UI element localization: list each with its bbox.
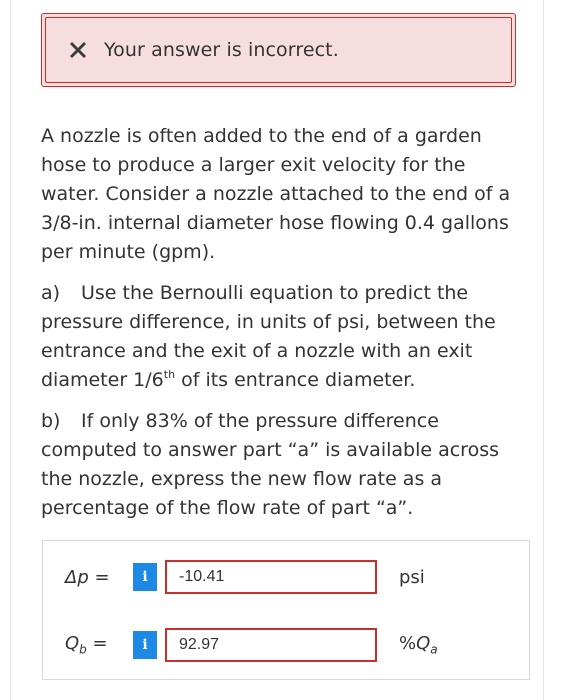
x-icon bbox=[70, 42, 86, 58]
qb-input[interactable] bbox=[165, 628, 377, 662]
part-a-letter: a) bbox=[41, 282, 61, 304]
part-a-sup: th bbox=[163, 367, 176, 381]
problem-intro: A nozzle is often added to the end of a … bbox=[41, 125, 511, 263]
info-icon[interactable]: i bbox=[133, 563, 157, 591]
question-panel: Your answer is incorrect. A nozzle is of… bbox=[10, 0, 544, 700]
delta-p-unit: psi bbox=[399, 566, 425, 588]
qb-label: Qb = bbox=[65, 633, 108, 657]
answer-row-delta-p: Δp = i psi bbox=[43, 559, 529, 595]
part-a: a) Use the Bernoulli equation to predict … bbox=[41, 279, 521, 395]
qb-unit: %Qa bbox=[399, 633, 438, 657]
qb-symbol: Q bbox=[65, 633, 80, 655]
answer-row-qb: Qb = i %Qa bbox=[43, 627, 529, 663]
info-icon[interactable]: i bbox=[133, 631, 157, 659]
part-b: b) If only 83% of the pressure difference… bbox=[41, 407, 521, 523]
delta-p-label: Δp = bbox=[65, 567, 110, 588]
part-b-text: If only 83% of the pressure difference c… bbox=[41, 410, 499, 519]
qb-unit-symbol: Q bbox=[416, 633, 431, 655]
answer-box: Δp = i psi Qb = i %Qa bbox=[42, 540, 530, 680]
part-b-letter: b) bbox=[41, 410, 61, 432]
delta-p-eq: = bbox=[88, 566, 110, 588]
qb-eq: = bbox=[86, 633, 108, 655]
delta-p-symbol: Δp bbox=[65, 566, 89, 588]
incorrect-alert: Your answer is incorrect. bbox=[41, 13, 516, 87]
qb-unit-sub: a bbox=[430, 642, 438, 657]
part-a-text-end: of its entrance diameter. bbox=[175, 369, 416, 391]
delta-p-input[interactable] bbox=[165, 560, 377, 594]
problem-statement: A nozzle is often added to the end of a … bbox=[41, 122, 521, 535]
incorrect-alert-inner: Your answer is incorrect. bbox=[45, 17, 512, 83]
qb-unit-prefix: % bbox=[399, 633, 417, 655]
alert-message: Your answer is incorrect. bbox=[104, 39, 339, 61]
qb-sub: b bbox=[79, 642, 87, 657]
